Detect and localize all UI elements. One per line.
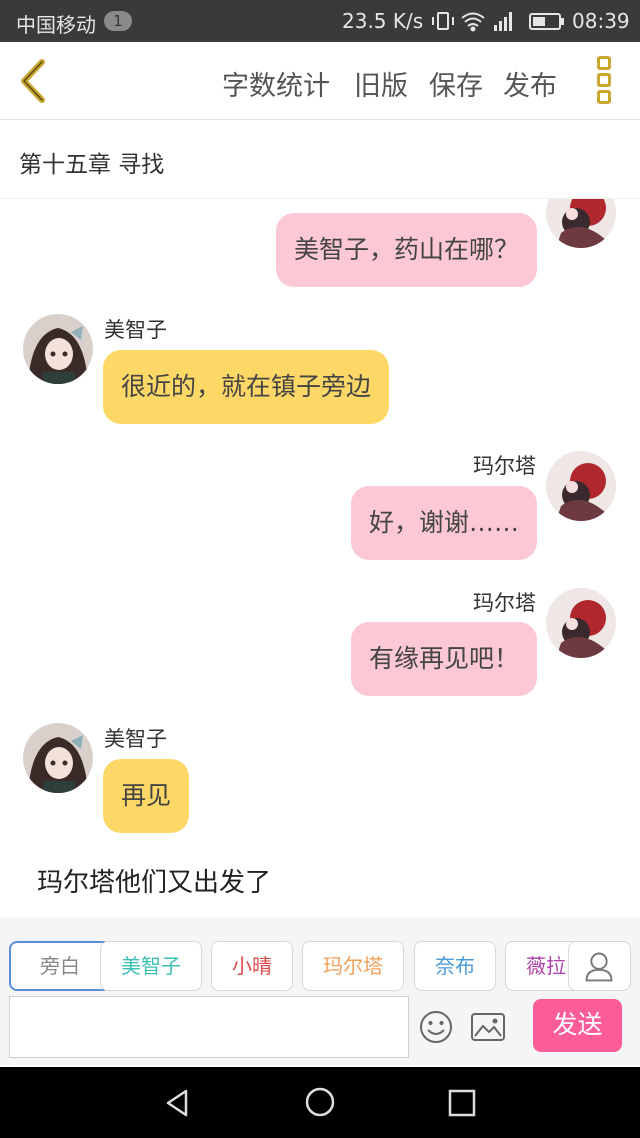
- message-bubble[interactable]: 再见: [103, 759, 190, 833]
- recent-square-icon[interactable]: [446, 1087, 478, 1119]
- message-bubble[interactable]: 美智子，药山在哪？: [275, 213, 537, 287]
- speaker-name: 玛尔塔: [473, 591, 536, 615]
- publish-button[interactable]: 发布: [503, 64, 557, 103]
- role-xiaoqing-button[interactable]: 小晴: [211, 941, 293, 991]
- avatar[interactable]: [23, 723, 93, 793]
- battery-icon: [529, 13, 564, 30]
- chat-area[interactable]: 美智子，药山在哪？ 美智子 很近的，就在镇子旁边 玛尔塔 好，谢谢…… 玛尔塔 …: [0, 199, 640, 917]
- narration-text[interactable]: 玛尔塔他们又出发了: [37, 862, 271, 899]
- notification-badge: 1: [104, 11, 132, 31]
- role-marta-button[interactable]: 玛尔塔: [302, 941, 404, 991]
- role-label: 薇拉: [526, 954, 566, 978]
- wifi-icon: [461, 12, 485, 32]
- chapter-title-bar[interactable]: 第十五章 寻找: [0, 121, 640, 199]
- role-meizhizi-button[interactable]: 美智子: [100, 941, 202, 991]
- avatar[interactable]: [546, 451, 616, 521]
- emoji-icon[interactable]: [418, 1009, 454, 1045]
- role-label: 玛尔塔: [323, 954, 383, 978]
- role-narrator-button[interactable]: 旁白: [9, 941, 111, 991]
- speaker-name: 美智子: [104, 318, 167, 342]
- system-nav-bar: [0, 1067, 640, 1138]
- avatar[interactable]: [546, 199, 616, 248]
- save-button[interactable]: 保存: [429, 64, 483, 103]
- role-label: 旁白: [40, 954, 80, 978]
- old-version-button[interactable]: 旧版: [354, 64, 408, 103]
- signal-icon: [494, 12, 512, 31]
- role-label: 奈布: [435, 954, 475, 978]
- speaker-name: 玛尔塔: [473, 454, 536, 478]
- avatar[interactable]: [546, 588, 616, 658]
- composer-panel: 旁白 美智子 小晴 玛尔塔 奈布 薇拉 发送: [0, 917, 640, 1065]
- clock: 08:39: [572, 9, 630, 33]
- word-count-button[interactable]: 字数统计: [222, 64, 330, 103]
- vibrate-icon: [432, 12, 454, 30]
- network-speed: 23.5 K/s: [342, 9, 424, 33]
- speaker-name: 美智子: [104, 727, 167, 751]
- message-bubble[interactable]: 有缘再见吧！: [350, 622, 537, 696]
- person-icon[interactable]: [568, 941, 631, 991]
- home-circle-icon[interactable]: [304, 1086, 336, 1118]
- back-triangle-icon[interactable]: [162, 1087, 194, 1119]
- status-icons: [432, 12, 564, 32]
- more-vertical-icon[interactable]: [592, 56, 616, 108]
- message-bubble[interactable]: 很近的，就在镇子旁边: [103, 350, 390, 424]
- chapter-title: 第十五章 寻找: [19, 152, 165, 178]
- role-label: 美智子: [121, 954, 181, 978]
- message-input[interactable]: [9, 996, 409, 1058]
- page: 中国移动 1 23.5 K/s 08:39 字数统计 旧版 保存 发布 第十五章…: [0, 0, 640, 1138]
- status-bar: 中国移动 1 23.5 K/s 08:39: [0, 0, 640, 42]
- message-bubble[interactable]: 好，谢谢……: [350, 486, 537, 560]
- role-naib-button[interactable]: 奈布: [414, 941, 496, 991]
- image-icon[interactable]: [470, 1011, 506, 1043]
- carrier-name: 中国移动: [16, 13, 96, 37]
- avatar[interactable]: [23, 314, 93, 384]
- role-label: 小晴: [232, 954, 272, 978]
- send-button[interactable]: 发送: [533, 999, 622, 1052]
- editor-header: 字数统计 旧版 保存 发布: [0, 42, 640, 120]
- chevron-left-icon[interactable]: [14, 58, 58, 104]
